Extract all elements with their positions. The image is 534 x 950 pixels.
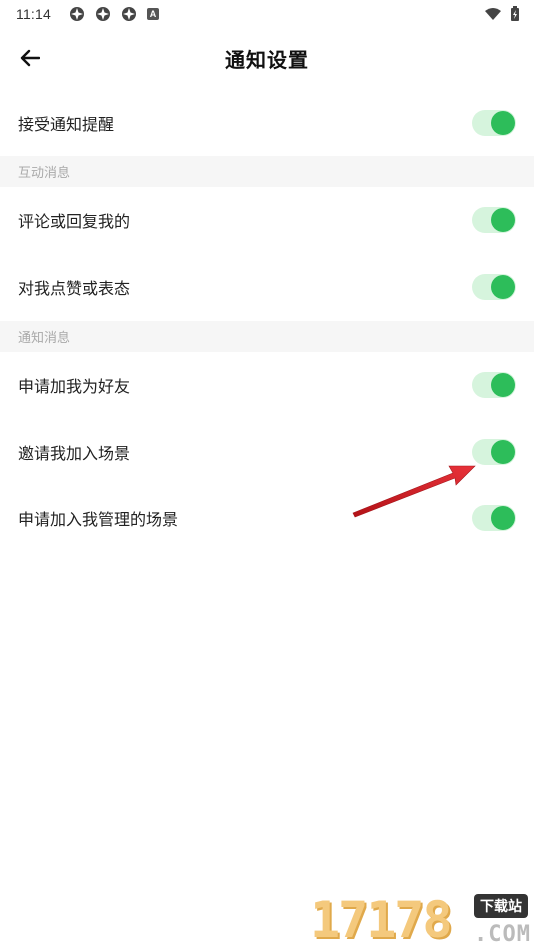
setting-row-like-react: 对我点赞或表态 [0,254,534,320]
section-label: 互动消息 [18,166,71,181]
toggle-knob [491,373,515,397]
battery-icon [511,6,519,21]
app-notification-icon [122,7,136,21]
like-react-toggle[interactable] [472,274,516,300]
setting-label: 接受通知提醒 [18,115,115,134]
status-system-icons [484,6,520,22]
toggle-knob [491,208,515,232]
setting-row-scene-invite: 邀请我加入场景 [0,419,534,485]
setting-row-receive-notifications: 接受通知提醒 [0,90,534,156]
join-managed-scene-toggle[interactable] [472,505,516,531]
toggle-knob [491,506,515,530]
status-time: 11:14 [16,6,51,22]
watermark-domain: .COM [474,922,531,947]
status-notification-icons: A [69,6,159,22]
setting-row-join-managed-scene: 申请加入我管理的场景 [0,485,534,551]
app-bar: 通知设置 [0,32,534,84]
setting-label: 申请加我为好友 [18,377,131,396]
setting-row-comment-reply: 评论或回复我的 [0,187,534,253]
status-bar: 11:14 A [0,0,534,28]
section-header-interaction: 互动消息 [0,156,534,187]
watermark-digits: 17178 [310,891,453,949]
scene-invite-toggle[interactable] [472,439,516,465]
watermark-badge: 下载站 [474,894,528,918]
notification-badge-icon: A [147,8,159,20]
arrow-left-icon [20,49,40,67]
watermark-logo: 17178 下载站 .COM [310,890,534,950]
receive-notifications-toggle[interactable] [472,110,516,136]
app-notification-icon [70,7,84,21]
toggle-knob [491,275,515,299]
setting-row-friend-request: 申请加我为好友 [0,352,534,418]
back-button[interactable] [14,44,46,72]
notification-badge-letter: A [149,9,157,19]
setting-label: 对我点赞或表态 [18,279,131,298]
setting-label: 邀请我加入场景 [18,444,131,463]
setting-label: 评论或回复我的 [18,212,131,231]
section-label: 通知消息 [18,331,71,346]
setting-label: 申请加入我管理的场景 [18,510,179,529]
toggle-knob [491,111,515,135]
wifi-icon [485,8,501,20]
app-notification-icon [96,7,110,21]
section-header-notification: 通知消息 [0,321,534,352]
page-title: 通知设置 [225,47,309,72]
comment-reply-toggle[interactable] [472,207,516,233]
friend-request-toggle[interactable] [472,372,516,398]
toggle-knob [491,440,515,464]
